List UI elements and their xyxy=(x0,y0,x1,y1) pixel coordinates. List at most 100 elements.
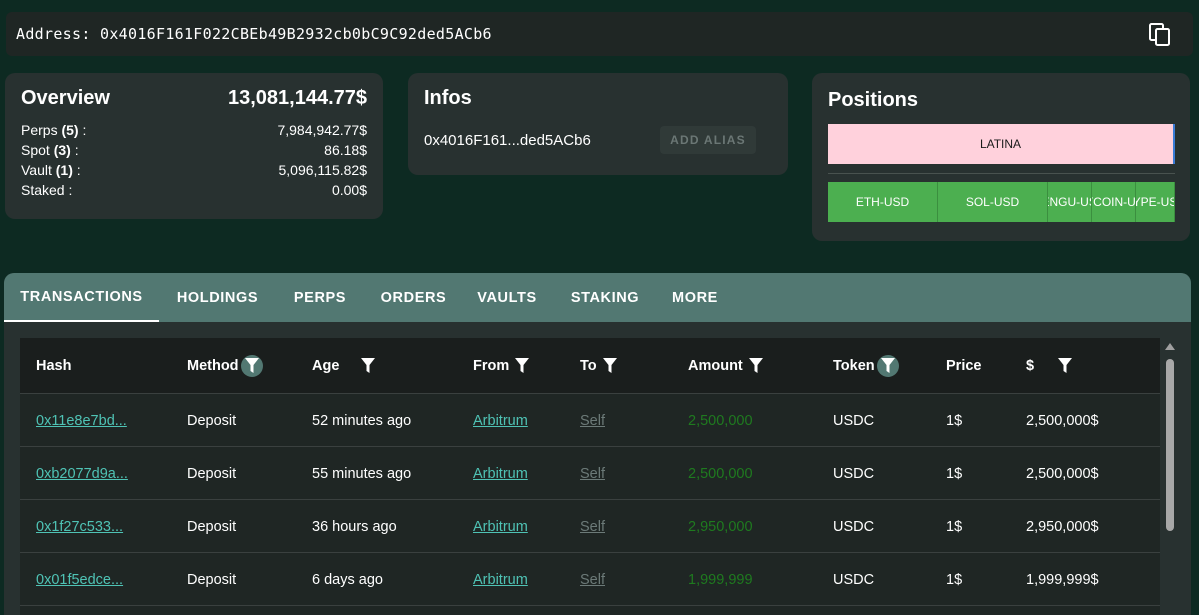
method-cell: Deposit xyxy=(187,412,237,429)
overview-row-name: Spot xyxy=(21,142,50,158)
tab-holdings[interactable]: HOLDINGS xyxy=(159,273,276,322)
table-cell: 6 days ago xyxy=(312,553,383,606)
positions-card: Positions LATINA ETH-USDSOL-USDPENGU-USD… xyxy=(812,73,1190,241)
table-cell: 2,500,000$ xyxy=(1026,447,1099,500)
column-header[interactable]: From xyxy=(473,355,533,377)
table-cell: USDC xyxy=(833,500,874,553)
vault-position-bar[interactable]: LATINA xyxy=(828,124,1175,164)
column-header[interactable]: Hash xyxy=(36,358,71,374)
table-scrollbar[interactable] xyxy=(1164,338,1176,615)
column-header-label: Hash xyxy=(36,357,72,374)
usd-value-cell: 2,500,000$ xyxy=(1026,465,1099,482)
to-link[interactable]: Self xyxy=(580,413,605,429)
filter-icon[interactable] xyxy=(240,354,263,377)
table-cell: 36 hours ago xyxy=(312,500,397,553)
overview-row-value: 5,096,115.82$ xyxy=(278,162,368,178)
column-header[interactable]: To xyxy=(580,355,621,377)
filter-icon[interactable] xyxy=(511,355,533,377)
overview-row-count: (1) xyxy=(55,162,73,178)
copy-icon[interactable] xyxy=(1149,23,1171,47)
method-cell: Deposit xyxy=(187,571,237,588)
column-header[interactable]: Method xyxy=(187,354,263,377)
overview-row-colon: : xyxy=(64,182,73,198)
table-cell: Deposit xyxy=(187,394,236,447)
table-cell: Deposit xyxy=(187,447,236,500)
column-header[interactable]: $ xyxy=(1026,355,1076,377)
price-cell: 1$ xyxy=(946,412,963,429)
tab-vaults[interactable]: VAULTS xyxy=(463,273,551,322)
overview-row-colon: : xyxy=(70,142,79,158)
overview-row-value: 7,984,942.77$ xyxy=(277,122,367,138)
position-item[interactable]: PENGU-USD xyxy=(1048,182,1092,222)
table-cell: Arbitrum xyxy=(473,553,528,606)
tab-more[interactable]: MORE xyxy=(659,273,731,322)
overview-row-name: Perps xyxy=(21,122,58,138)
table-cell: Self xyxy=(580,500,605,553)
to-link[interactable]: Self xyxy=(580,466,605,482)
address-label: Address: xyxy=(16,25,91,43)
tab-orders[interactable]: ORDERS xyxy=(364,273,463,322)
scroll-thumb[interactable] xyxy=(1166,359,1174,531)
table-cell: Deposit xyxy=(187,553,236,606)
table-cell: Self xyxy=(580,447,605,500)
age-cell: 6 days ago xyxy=(312,571,383,588)
token-cell: USDC xyxy=(833,412,875,429)
infos-card: Infos 0x4016F161...ded5ACb6 ADD ALIAS xyxy=(408,73,788,175)
from-link[interactable]: Arbitrum xyxy=(473,519,528,535)
to-link[interactable]: Self xyxy=(580,519,605,535)
overview-row: Staked : 0.00$ xyxy=(21,180,367,200)
price-cell: 1$ xyxy=(946,518,963,535)
to-link[interactable]: Self xyxy=(580,572,605,588)
position-item[interactable]: HYPE-USD xyxy=(1136,182,1175,222)
from-link[interactable]: Arbitrum xyxy=(473,413,528,429)
table-cell: 1,999,999 xyxy=(688,553,753,606)
position-item[interactable]: ETH-USD xyxy=(828,182,938,222)
overview-row-count: (5) xyxy=(61,122,79,138)
column-header[interactable]: Amount xyxy=(688,355,767,377)
positions-divider xyxy=(828,173,1175,174)
tab-perps[interactable]: PERPS xyxy=(276,273,364,322)
overview-row-name: Vault xyxy=(21,162,52,178)
age-cell: 55 minutes ago xyxy=(312,465,412,482)
overview-row: Spot (3) : 86.18$ xyxy=(21,140,367,160)
column-header-label: $ xyxy=(1026,357,1035,374)
filter-icon[interactable] xyxy=(745,355,767,377)
usd-value-cell: 2,500,000$ xyxy=(1026,412,1099,429)
tx-hash-link[interactable]: 0x11e8e7bd... xyxy=(36,413,127,429)
amount-cell: 2,500,000 xyxy=(688,465,753,482)
table-cell: Deposit xyxy=(187,500,236,553)
infos-title: Infos xyxy=(424,87,472,109)
from-link[interactable]: Arbitrum xyxy=(473,466,528,482)
position-item[interactable]: SOL-USD xyxy=(938,182,1048,222)
table-cell: Arbitrum xyxy=(473,394,528,447)
column-header[interactable]: Price xyxy=(946,358,981,374)
tx-hash-link[interactable]: 0xb2077d9a... xyxy=(36,466,128,482)
position-list: ETH-USDSOL-USDPENGU-USDBITCOIN-USDHYPE-U… xyxy=(828,182,1175,222)
overview-title: Overview xyxy=(21,87,110,109)
table-cell: 1$ xyxy=(946,500,962,553)
scroll-up-arrow-icon[interactable] xyxy=(1165,343,1175,350)
filter-icon[interactable] xyxy=(599,355,621,377)
amount-cell: 2,950,000 xyxy=(688,518,753,535)
tab-staking[interactable]: STAKING xyxy=(551,273,659,322)
tab-transactions[interactable]: TRANSACTIONS xyxy=(4,273,159,322)
tx-hash-link[interactable]: 0x1f27c533... xyxy=(36,519,123,535)
usd-value-cell: 1,999,999$ xyxy=(1026,571,1099,588)
filter-icon[interactable] xyxy=(1054,355,1076,377)
table-cell: 2,500,000 xyxy=(688,447,753,500)
overview-row: Perps (5) : 7,984,942.77$ xyxy=(21,120,367,140)
tx-hash-link[interactable]: 0x01f5edce... xyxy=(36,572,123,588)
column-header[interactable]: Age xyxy=(312,355,379,377)
filter-icon[interactable] xyxy=(876,354,899,377)
table-cell: 1$ xyxy=(946,447,962,500)
table-cell: USDC xyxy=(833,447,874,500)
table-cell: 2,500,000 xyxy=(688,394,753,447)
table-row: 0x1f27c533... Deposit 36 hours ago Arbitrum… xyxy=(20,500,1160,553)
column-header[interactable]: Token xyxy=(833,354,899,377)
table-cell: 52 minutes ago xyxy=(312,394,411,447)
filter-icon[interactable] xyxy=(357,355,379,377)
position-item[interactable]: BITCOIN-USD xyxy=(1092,182,1136,222)
add-alias-button[interactable]: ADD ALIAS xyxy=(660,126,756,154)
from-link[interactable]: Arbitrum xyxy=(473,572,528,588)
overview-card: Overview 13,081,144.77$ Perps (5) : 7,984… xyxy=(5,73,383,219)
